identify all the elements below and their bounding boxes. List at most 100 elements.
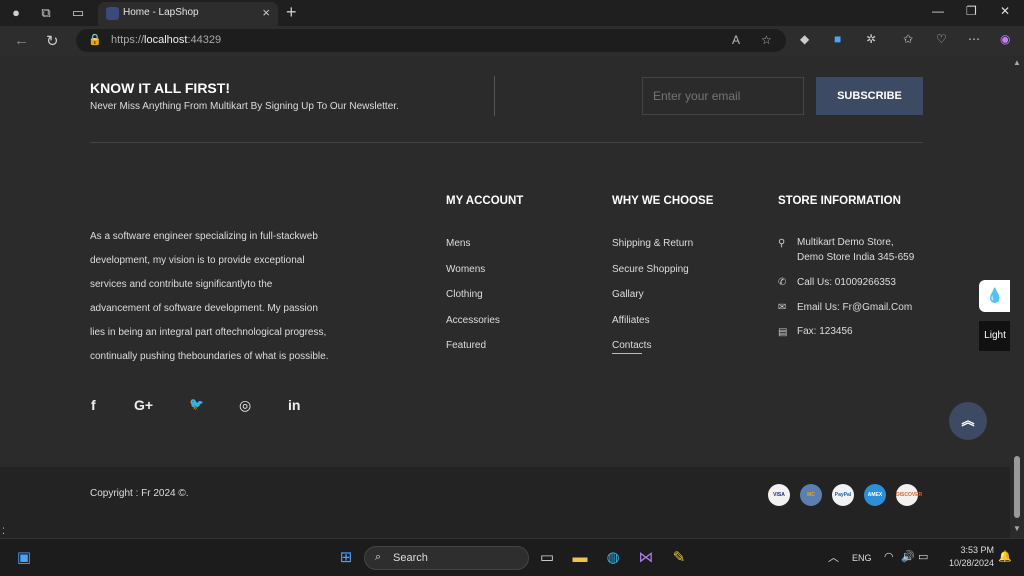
- task-view-icon[interactable]: ▭: [537, 548, 557, 568]
- link-clothing[interactable]: Clothing: [446, 289, 483, 300]
- wifi-icon[interactable]: ◠: [884, 550, 894, 563]
- tab-title: Home - LapShop: [123, 7, 199, 18]
- theme-toggle-button[interactable]: 💧: [979, 280, 1010, 312]
- volume-icon[interactable]: 🔊: [901, 550, 915, 563]
- profile-avatar-icon[interactable]: ●: [8, 5, 24, 21]
- about-line: As a software engineer specializing in f…: [90, 231, 318, 242]
- linkedin-icon[interactable]: in: [288, 397, 300, 413]
- battery-icon[interactable]: ▭: [918, 550, 928, 563]
- newsletter-subtitle: Never Miss Anything From Multikart By Si…: [90, 101, 399, 112]
- link-accessories[interactable]: Accessories: [446, 315, 500, 326]
- close-window-icon[interactable]: ✕: [1000, 4, 1010, 18]
- favorite-star-icon[interactable]: ☆: [761, 33, 772, 47]
- link-mens[interactable]: Mens: [446, 238, 470, 249]
- instagram-icon[interactable]: ◎: [239, 397, 251, 414]
- store-phone: Call Us: 01009266353: [797, 277, 896, 288]
- windows-taskbar: ▣ ⊞ ⌕ Search ▭ ▬ ◍ ⋈ ✎ ︿ ENG ◠ 🔊 ▭ 3:53 …: [0, 538, 1024, 576]
- taskbar-search[interactable]: ⌕ Search: [364, 546, 529, 570]
- store-information-title: STORE INFORMATION: [778, 195, 901, 207]
- link-shipping-return[interactable]: Shipping & Return: [612, 238, 693, 249]
- tab-home-lapshop[interactable]: Home - LapShop ×: [98, 2, 278, 26]
- discover-icon: DISCOVER: [896, 484, 922, 506]
- date: 10/28/2024: [948, 558, 994, 568]
- copyright-text: Copyright : Fr 2024 ©.: [90, 488, 189, 499]
- email-input[interactable]: [642, 77, 804, 115]
- newsletter-title: KNOW IT ALL FIRST!: [90, 80, 230, 96]
- address-line-1: Multikart Demo Store,: [797, 237, 894, 248]
- about-line: continually pushing theboundaries of wha…: [90, 351, 329, 362]
- browser-essentials-icon[interactable]: ♡: [936, 32, 947, 46]
- envelope-icon: ✉: [778, 302, 787, 313]
- time: 3:53 PM: [960, 545, 994, 555]
- lock-icon: 🔒: [88, 34, 102, 46]
- widgets-icon[interactable]: ▣: [14, 548, 34, 568]
- droplet-icon: 💧: [986, 287, 1004, 303]
- close-tab-icon[interactable]: ×: [262, 5, 270, 20]
- scroll-down-icon[interactable]: ▼: [1013, 524, 1021, 533]
- store-email: Email Us: Fr@Gmail.Com: [797, 302, 913, 313]
- theme-light-label[interactable]: Light: [979, 321, 1010, 351]
- workspaces-icon[interactable]: ⧉: [38, 5, 54, 21]
- link-gallary[interactable]: Gallary: [612, 289, 644, 300]
- new-tab-icon[interactable]: +: [286, 2, 297, 23]
- fax-icon: ▤: [778, 327, 788, 338]
- browser-tab-bar: ● ⧉ ▭ Home - LapShop × + — ❐ ✕: [0, 0, 1024, 26]
- why-we-choose-title: WHY WE CHOOSE: [612, 195, 714, 207]
- page-scrollbar[interactable]: ▲ ▼: [1010, 56, 1024, 538]
- footer-bottom-bar: Copyright : Fr 2024 ©. VISA MC PayPal AM…: [0, 467, 1010, 538]
- extension-2-icon[interactable]: ■: [834, 32, 841, 46]
- extension-icon[interactable]: ◆: [800, 32, 809, 46]
- language-indicator[interactable]: ENG: [852, 553, 872, 563]
- file-explorer-icon[interactable]: ▬: [570, 548, 590, 568]
- read-aloud-icon[interactable]: A: [732, 33, 740, 47]
- store-address: Multikart Demo Store, Demo Store India 3…: [797, 235, 914, 265]
- visa-icon: VISA: [768, 484, 790, 506]
- facebook-icon[interactable]: f: [91, 397, 96, 413]
- url-field[interactable]: 🔒 https://localhost:44329 A ☆: [76, 29, 786, 52]
- link-contacts[interactable]: Contacts: [612, 340, 651, 351]
- about-line: services and contribute significantlyto …: [90, 279, 273, 290]
- link-affiliates[interactable]: Affiliates: [612, 315, 650, 326]
- notification-bell-icon[interactable]: 🔔: [998, 550, 1012, 563]
- link-womens[interactable]: Womens: [446, 264, 485, 275]
- scroll-up-icon[interactable]: ▲: [1013, 58, 1021, 67]
- more-menu-icon[interactable]: ⋯: [968, 32, 980, 46]
- scroll-to-top-button[interactable]: ︽: [949, 402, 987, 440]
- twitter-icon[interactable]: 🐦: [189, 397, 204, 411]
- search-icon: ⌕: [375, 551, 382, 563]
- phone-icon: ✆: [778, 277, 787, 288]
- address-line-2: Demo Store India 345-659: [797, 252, 915, 263]
- google-plus-icon[interactable]: G+: [134, 397, 153, 413]
- tab-actions-icon[interactable]: ▭: [70, 5, 86, 21]
- clock[interactable]: 3:53 PM 10/28/2024: [944, 544, 994, 570]
- store-fax: Fax: 123456: [797, 326, 853, 337]
- edge-icon[interactable]: ◍: [603, 548, 623, 568]
- subscribe-button[interactable]: SUBSCRIBE: [816, 77, 923, 115]
- page-footer: KNOW IT ALL FIRST! Never Miss Anything F…: [0, 56, 1010, 538]
- show-hidden-icons-icon[interactable]: ︿: [828, 549, 839, 565]
- start-icon[interactable]: ⊞: [336, 548, 356, 568]
- extensions-puzzle-icon[interactable]: ✲: [866, 32, 876, 46]
- maximize-icon[interactable]: ❐: [966, 4, 977, 18]
- app-icon[interactable]: ✎: [669, 548, 689, 568]
- minimize-icon[interactable]: —: [932, 4, 944, 18]
- back-icon[interactable]: ←: [14, 32, 29, 49]
- copilot-icon[interactable]: ◉: [1000, 32, 1010, 46]
- link-secure-shopping[interactable]: Secure Shopping: [612, 264, 689, 275]
- amex-icon: AMEX: [864, 484, 886, 506]
- contacts-underline: [612, 353, 642, 354]
- divider: [494, 76, 495, 116]
- scrollbar-thumb[interactable]: [1014, 456, 1020, 518]
- mastercard-icon: MC: [800, 484, 822, 506]
- map-pin-icon: ⚲: [778, 238, 786, 249]
- link-featured[interactable]: Featured: [446, 340, 486, 351]
- about-line: development, my vision is to provide exc…: [90, 255, 305, 266]
- refresh-icon[interactable]: ↻: [46, 32, 59, 50]
- paypal-icon: PayPal: [832, 484, 854, 506]
- about-line: advancement of software development. My …: [90, 303, 318, 314]
- favicon-icon: [106, 7, 119, 20]
- cursor-mark: ⁚: [2, 526, 5, 536]
- visual-studio-icon[interactable]: ⋈: [636, 548, 656, 568]
- favorites-icon[interactable]: ✩: [903, 32, 913, 46]
- url-text: https://localhost:44329: [111, 34, 222, 46]
